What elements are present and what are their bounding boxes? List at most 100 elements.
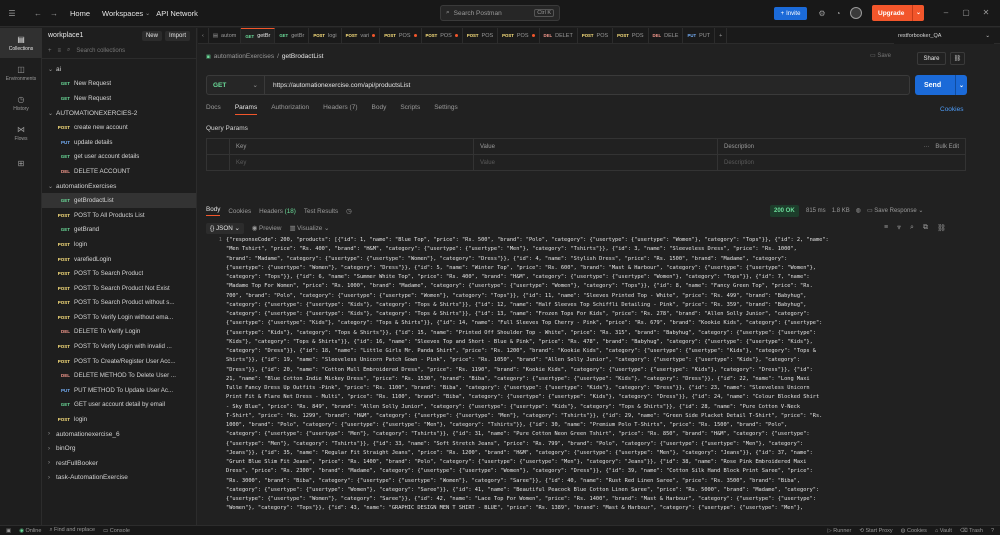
tabs-scroll-left[interactable]: ‹ [198,28,209,43]
request-tab[interactable]: PUT PUT [683,28,716,43]
chevron-down-icon[interactable]: ⌄ [912,5,924,21]
request-tab[interactable]: POST POS [463,28,499,43]
chevron-right-icon[interactable]: › [48,460,56,466]
tab-response-cookies[interactable]: Cookies [228,208,251,215]
sidebar-folder[interactable]: ⌄ AUTOMATIONEXERCIES-2 [42,106,196,121]
sidebar-request[interactable]: PUT update details [42,135,196,150]
response-body[interactable]: 1 {"responseCode": 200, "products": [{"id… [206,236,976,524]
sidebar-request[interactable]: POST varefiedLogin [42,252,196,267]
chevron-right-icon[interactable]: › [48,446,56,452]
chevron-down-icon[interactable]: ⌄ [48,183,56,190]
history-icon[interactable]: ◷ [346,208,352,215]
collection-search[interactable]: + ≡ ⌕ Search collections [42,43,196,59]
filter-icon[interactable]: ≡ [58,48,62,54]
sidebar-folder[interactable]: ⌄ automationExercises [42,179,196,194]
copy-icon[interactable]: ⧉ [923,224,928,232]
tab-scripts[interactable]: Scripts [400,104,420,115]
upgrade-button[interactable]: Upgrade ⌄ [872,5,924,21]
find-replace-button[interactable]: ⌕ Find and replace [49,527,95,534]
cookies-button[interactable]: ◍ Cookies [901,528,927,534]
cookies-link[interactable]: Cookies [940,106,963,113]
vault-button[interactable]: ⌂ Vault [935,528,952,534]
new-button[interactable]: New [141,30,162,41]
sidebar-request[interactable]: POST POST To Search Product [42,266,196,281]
menu-icon[interactable]: ☰ [4,9,20,18]
sidebar-request[interactable]: GET getBrand [42,223,196,238]
chevron-down-icon[interactable]: ⌄ [48,110,56,117]
sidebar-folder[interactable]: › task-AutomationExercise [42,471,196,486]
sidebar-request[interactable]: GET New Request [42,77,196,92]
share-button[interactable]: Share [917,52,946,65]
tab-test-results[interactable]: Test Results [304,208,338,215]
sidebar-request[interactable]: GET getBrodactList [42,193,196,208]
visualize-button[interactable]: ▥ Visualize ⌄ [289,225,329,232]
response-time[interactable]: 815 ms [806,208,826,214]
chevron-right-icon[interactable]: › [48,431,56,437]
console-button[interactable]: ▭ Console [103,528,130,534]
sidebar-request[interactable]: POST POST To Verify Login with invalid ..… [42,339,196,354]
url-input[interactable]: https://automationexercise.com/api/produ… [265,82,410,89]
nav-api-network[interactable]: API Network [156,9,198,18]
sidebar-request[interactable]: POST login [42,412,196,427]
sidebar-folder[interactable]: › restFullBooker [42,456,196,471]
bulk-edit-button[interactable]: Bulk Edit [935,144,959,150]
online-status[interactable]: ◉ Online [19,528,41,534]
method-select[interactable]: GET ⌄ [207,76,265,94]
format-select[interactable]: {} JSON ⌄ [206,223,244,234]
back-icon[interactable]: ← [30,9,46,18]
invite-button[interactable]: + Invite [774,7,807,20]
close-icon[interactable]: ✕ [978,8,994,17]
description-input[interactable]: Description [717,155,965,171]
wrap-icon[interactable]: ≡ [884,224,888,232]
sidebar-request[interactable]: DEL DELETE To Verify Login [42,325,196,340]
help-icon[interactable]: ? [991,528,994,534]
workspace-name[interactable]: workplace1 [48,32,83,39]
search-icon[interactable]: ⌕ [910,224,914,232]
more-icon[interactable]: ··· [923,144,929,150]
environment-selector[interactable]: restforbooker_QA ⌄ [894,28,994,44]
maximize-icon[interactable]: ▢ [958,8,974,17]
sidebar-request[interactable]: GET New Request [42,91,196,106]
chevron-down-icon[interactable]: ⌄ [48,66,56,73]
tab-response-body[interactable]: Body [206,206,221,216]
value-input[interactable]: Value [473,155,717,171]
request-tab[interactable]: POST POS [578,28,614,43]
sidebar-request[interactable]: DEL DELETE ACCOUNT [42,164,196,179]
status-badge[interactable]: 200 OK [770,205,799,217]
forward-icon[interactable]: → [46,9,62,18]
global-search[interactable]: ⌕ Search Postman Ctrl K [440,5,560,21]
save-button[interactable]: ▭ Save [870,52,891,59]
preview-button[interactable]: ◉ Preview [252,225,282,232]
rail-collections[interactable]: ▤ Collections [0,28,42,58]
sidebar-request[interactable]: POST POST To Verify Login without ema... [42,310,196,325]
request-tab[interactable]: GET getBr [241,28,276,43]
key-input[interactable]: Key [229,155,473,171]
sidebar-folder[interactable]: › automationexercise_6 [42,427,196,442]
trash-button[interactable]: ⌫ Trash [960,528,983,534]
tab-docs[interactable]: Docs [206,104,221,115]
rail-history[interactable]: ◷ History [0,88,42,118]
tab-headers[interactable]: Headers (7) [323,104,357,115]
breadcrumb-parent[interactable]: automationExercises [214,53,274,60]
layout-icon[interactable]: ▣ [6,528,11,534]
gear-icon[interactable]: ⚙ [814,9,830,18]
request-tab[interactable]: POST logi [309,28,342,43]
link-icon[interactable]: ⛓ [950,52,965,65]
request-tab[interactable]: GET getBr [275,28,310,43]
chevron-down-icon[interactable]: ⌄ [955,75,967,95]
sidebar-folder[interactable]: ⌄ ai [42,62,196,77]
sidebar-request[interactable]: POST create new account [42,120,196,135]
chevron-right-icon[interactable]: › [48,475,56,481]
link-icon[interactable]: ⛓ [937,224,946,232]
breadcrumb-current[interactable]: getBrodactList [282,53,324,60]
tab-settings[interactable]: Settings [434,104,458,115]
sidebar-request[interactable]: POST POST To Search Product without s... [42,296,196,311]
rail-more[interactable]: ⊞ [0,148,42,178]
filter-icon[interactable]: ⩔ [897,224,901,232]
bell-icon[interactable]: ◔ [830,9,846,18]
sidebar-request[interactable]: GET GET user account detail by email [42,398,196,413]
rail-environments[interactable]: ◫ Environments [0,58,42,88]
sidebar-request[interactable]: POST POST To Create/Register User Acc... [42,354,196,369]
sidebar-request[interactable]: PUT PUT METHOD To Update User Ac... [42,383,196,398]
save-response-button[interactable]: ▭ Save Response ⌄ [867,207,923,214]
